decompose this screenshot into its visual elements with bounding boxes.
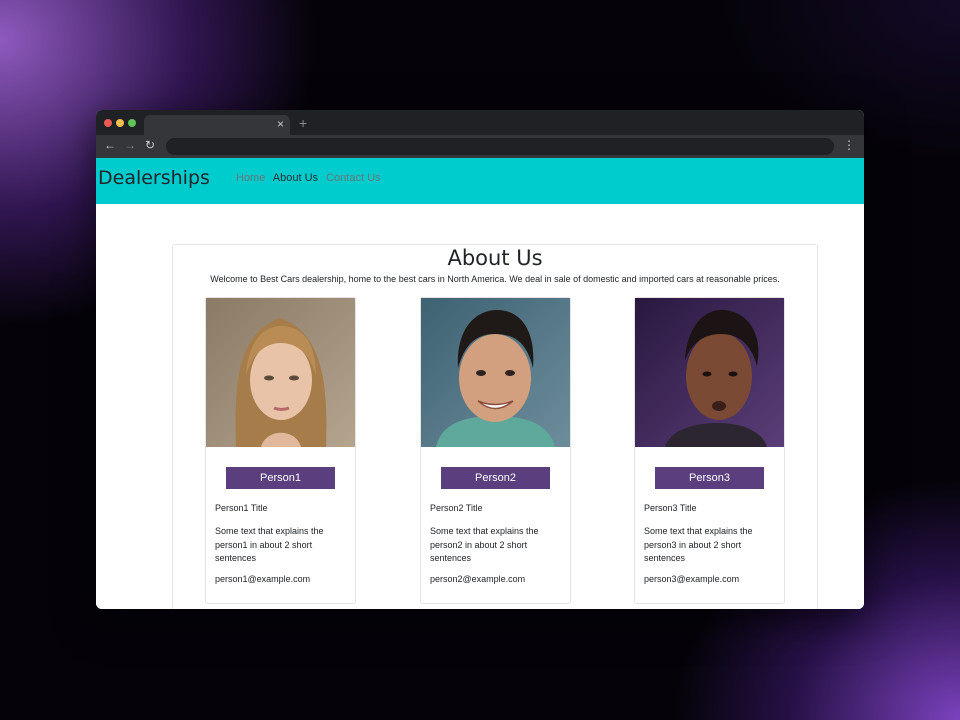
page-content: About Us Welcome to Best Cars dealership… [96, 204, 864, 609]
person-description: Some text that explains the person2 in a… [430, 526, 539, 563]
maximize-window-button[interactable] [128, 119, 136, 127]
person-card: Person1 Person1 Title Some text that exp… [205, 297, 356, 604]
person-title: Person2 Title [430, 503, 483, 513]
person-description: Some text that explains the person1 in a… [215, 526, 324, 563]
browser-tab[interactable]: × [144, 115, 290, 135]
person-card: Person3 Person3 Title Some text that exp… [634, 297, 785, 604]
new-tab-icon[interactable]: + [299, 115, 307, 131]
browser-menu-icon[interactable]: ⋮ [843, 138, 855, 152]
tab-bar: × + [96, 110, 864, 135]
brand-logo-text[interactable]: Dealerships [98, 167, 210, 189]
person-email: person2@example.com [430, 574, 526, 584]
address-bar[interactable] [166, 138, 834, 155]
about-container: About Us Welcome to Best Cars dealership… [172, 244, 818, 609]
person-email: person1@example.com [215, 574, 311, 584]
person2-photo [421, 298, 570, 447]
close-window-button[interactable] [104, 119, 112, 127]
person-description: Some text that explains the person3 in a… [644, 526, 753, 563]
person-name-button[interactable]: Person3 [655, 467, 764, 489]
minimize-window-button[interactable] [116, 119, 124, 127]
browser-window: × + ← → ↻ ⋮ Dealerships Home About Us Co… [96, 110, 864, 609]
nav-links: Home About Us Contact Us [236, 172, 386, 184]
nav-link-about-us[interactable]: About Us [273, 172, 318, 184]
browser-toolbar: ← → ↻ ⋮ [96, 135, 864, 158]
person-title: Person3 Title [644, 503, 697, 513]
person-card: Person2 Person2 Title Some text that exp… [420, 297, 571, 604]
intro-text: Welcome to Best Cars dealership, home to… [210, 274, 780, 284]
person1-photo [206, 298, 355, 447]
reload-icon[interactable]: ↻ [145, 138, 155, 152]
person-email: person3@example.com [644, 574, 740, 584]
nav-link-contact-us[interactable]: Contact Us [326, 172, 380, 184]
person3-photo [635, 298, 784, 447]
person-title: Person1 Title [215, 503, 268, 513]
page-title: About Us [447, 246, 543, 270]
person-name-button[interactable]: Person1 [226, 467, 335, 489]
forward-arrow-icon[interactable]: → [124, 138, 136, 152]
nav-link-home[interactable]: Home [236, 172, 265, 184]
tab-close-icon[interactable]: × [277, 117, 284, 131]
back-arrow-icon[interactable]: ← [104, 138, 116, 152]
site-navbar: Dealerships Home About Us Contact Us [96, 158, 864, 204]
person-name-button[interactable]: Person2 [441, 467, 550, 489]
